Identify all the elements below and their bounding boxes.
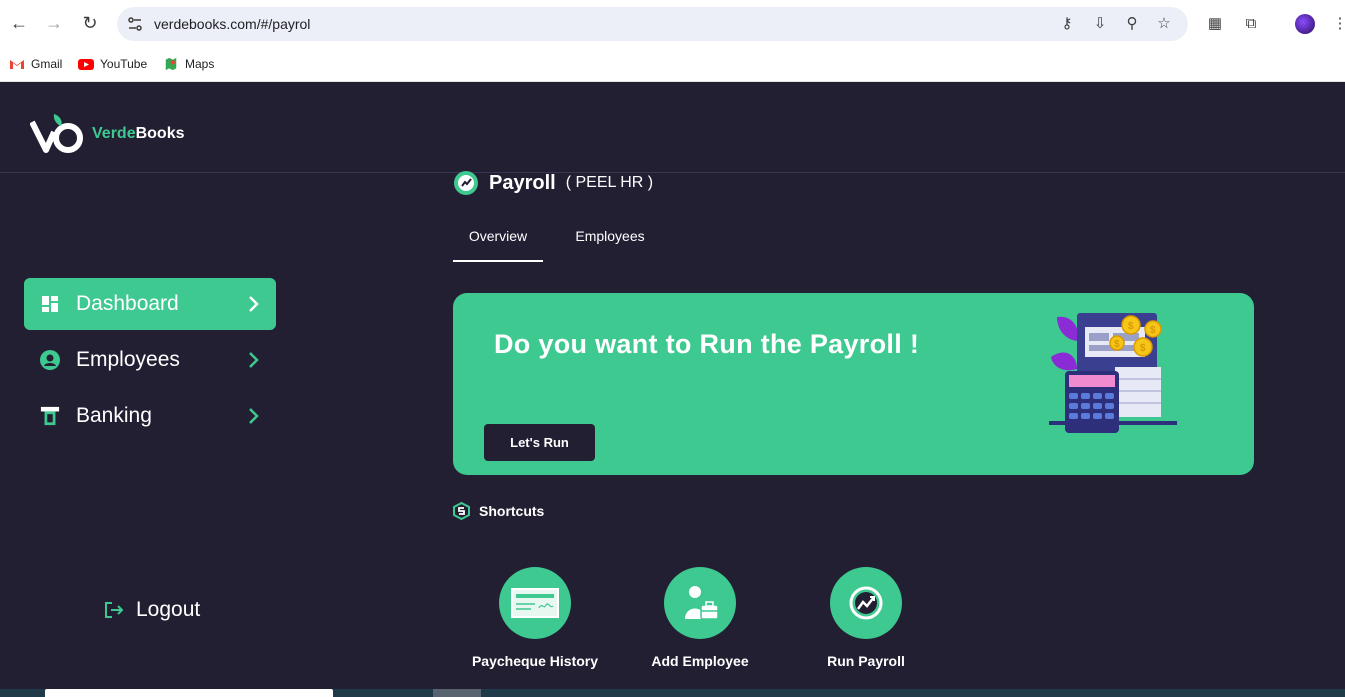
bookmarks-bar: Gmail YouTube Maps	[0, 48, 1345, 82]
svg-text:$: $	[1150, 325, 1156, 336]
taskbar-search-box[interactable]	[45, 689, 333, 697]
app-shell: VerdeBooks Dashboard Employees Banking L…	[0, 82, 1345, 689]
logout-button[interactable]: Logout	[104, 598, 200, 622]
address-bar[interactable]: verdebooks.com/#/payrol ⚷ ⇩ ⚲ ☆	[117, 7, 1188, 41]
bookmark-youtube[interactable]: YouTube	[78, 54, 147, 74]
zoom-icon[interactable]: ⚲	[1123, 15, 1141, 33]
lets-run-button[interactable]: Let's Run	[484, 424, 595, 461]
sidebar-item-dashboard[interactable]: Dashboard	[24, 278, 276, 330]
sidebar-item-banking[interactable]: Banking	[24, 390, 276, 442]
page-header: Payroll ( PEEL HR )	[453, 170, 653, 196]
shortcut-paycheque-history[interactable]: Paycheque History	[465, 567, 605, 669]
install-icon[interactable]: ⇩	[1091, 15, 1109, 33]
logout-label: Logout	[136, 598, 201, 621]
chevron-right-icon	[249, 408, 259, 424]
shortcut-add-employee[interactable]: Add Employee	[630, 567, 770, 669]
chevron-right-icon	[249, 352, 259, 368]
sidebar-item-employees[interactable]: Employees	[24, 334, 276, 386]
shortcut-circle[interactable]	[830, 567, 902, 639]
profile-avatar[interactable]	[1295, 14, 1315, 34]
run-payroll-banner: Do you want to Run the Payroll ! Let's R…	[453, 293, 1254, 475]
shortcut-label: Run Payroll	[827, 653, 905, 669]
svg-text:$: $	[1140, 343, 1146, 354]
shortcut-label: Add Employee	[651, 653, 749, 669]
sidebar-item-label: Dashboard	[76, 292, 179, 315]
bookmark-gmail[interactable]: Gmail	[9, 54, 62, 74]
bookmark-maps[interactable]: Maps	[163, 54, 214, 74]
chevron-right-icon	[249, 296, 259, 312]
calculator-illustration-icon: $ $ $ $	[1049, 313, 1177, 433]
key-icon[interactable]: ⚷	[1058, 15, 1076, 33]
shortcuts-icon	[453, 502, 470, 520]
maps-icon	[165, 57, 177, 71]
user-circle-icon	[40, 350, 60, 370]
verdebooks-logo-icon	[30, 114, 83, 153]
sidebar-item-label: Employees	[76, 348, 180, 371]
taskbar-app-button[interactable]	[433, 689, 481, 697]
page-title: Payroll	[489, 171, 556, 194]
forward-arrow-icon[interactable]: →	[44, 13, 64, 33]
svg-text:$: $	[1114, 339, 1120, 350]
dashboard-icon	[42, 296, 58, 312]
star-icon[interactable]: ☆	[1155, 15, 1173, 33]
reload-icon[interactable]: ↻	[80, 13, 100, 33]
browser-toolbar: ← → ↻ verdebooks.com/#/payrol ⚷ ⇩ ⚲ ☆ ▦ …	[0, 0, 1345, 48]
shortcuts-title: Shortcuts	[479, 503, 545, 519]
shortcut-run-payroll[interactable]: Run Payroll	[796, 567, 936, 669]
shortcut-circle[interactable]	[499, 567, 571, 639]
shortcut-circle[interactable]	[664, 567, 736, 639]
header-divider	[0, 172, 1345, 173]
svg-text:$: $	[1128, 321, 1134, 332]
shortcuts-heading: Shortcuts	[453, 502, 544, 520]
tab-employees[interactable]: Employees	[565, 228, 655, 262]
gmail-icon	[10, 60, 24, 69]
extensions-icon[interactable]: ⧉	[1241, 14, 1261, 34]
qr-icon[interactable]: ▦	[1205, 14, 1225, 34]
add-employee-icon	[685, 586, 719, 620]
sidebar-item-label: Banking	[76, 404, 152, 427]
page-subtitle: ( PEEL HR )	[565, 174, 654, 191]
brand-name: VerdeBooks	[92, 125, 185, 142]
run-payroll-icon	[849, 586, 883, 620]
logout-icon	[105, 602, 124, 618]
shortcut-label: Paycheque History	[471, 653, 599, 669]
atm-icon	[40, 406, 60, 426]
url-text[interactable]: verdebooks.com/#/payrol	[154, 16, 310, 32]
brand-logo[interactable]: VerdeBooks	[30, 112, 185, 156]
tab-overview[interactable]: Overview	[453, 228, 543, 262]
menu-dots-icon[interactable]: ⋮	[1330, 14, 1345, 34]
site-settings-icon[interactable]	[127, 16, 143, 32]
cheque-icon	[511, 588, 559, 618]
payroll-icon	[454, 171, 478, 195]
banner-headline: Do you want to Run the Payroll !	[494, 329, 920, 359]
youtube-icon	[78, 59, 94, 70]
back-arrow-icon[interactable]: ←	[9, 13, 29, 33]
